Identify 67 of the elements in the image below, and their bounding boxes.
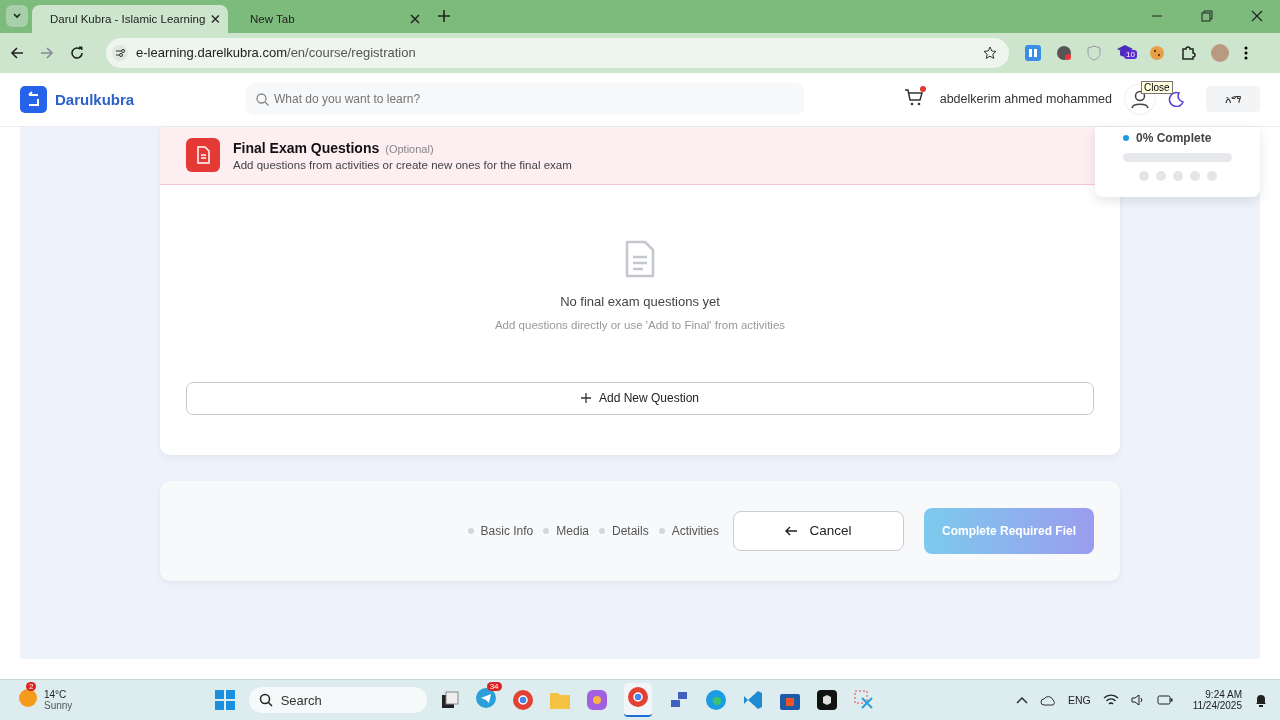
chevron-up-icon[interactable]: [1015, 696, 1028, 705]
step-label: Media: [556, 523, 589, 538]
empty-state-hint: Add questions directly or use 'Add to Final' from activities: [494, 318, 786, 331]
moon-icon[interactable]: [1168, 91, 1184, 108]
code-editor-icon[interactable]: [742, 690, 763, 711]
browser-icon[interactable]: [512, 690, 533, 711]
speaker-icon[interactable]: [1130, 693, 1145, 708]
url-text: e-learning.darelkubra.com/en/course/registration: [136, 45, 417, 61]
clock-time[interactable]: 9:24 AM: [1205, 689, 1242, 701]
count-badge: 34: [486, 682, 502, 692]
plus-icon[interactable]: [580, 393, 591, 404]
step-label: Activities: [671, 523, 719, 538]
new-tab-icon[interactable]: [438, 10, 450, 23]
temperature: 14°C: [44, 689, 68, 701]
section-title: Final Exam Questions: [233, 139, 380, 156]
cookie-icon[interactable]: [1149, 44, 1165, 61]
add-question-button[interactable]: Add New Question: [186, 381, 1094, 415]
browser-tab[interactable]: Darul Kubra - Islamic Learning: [32, 4, 228, 33]
optional-label: (Optional): [385, 142, 434, 155]
taskbar-search[interactable]: Search: [248, 687, 427, 714]
telegram-icon[interactable]: [475, 688, 496, 709]
close-icon[interactable]: [1251, 10, 1263, 23]
document-icon: [624, 239, 656, 278]
step-label: Basic Info: [480, 523, 534, 538]
battery-icon[interactable]: [1156, 694, 1173, 707]
browser-icon[interactable]: [627, 687, 648, 708]
keyboard-language[interactable]: ENG: [1067, 694, 1091, 707]
document-icon: [186, 138, 220, 173]
forward-icon[interactable]: [40, 45, 54, 60]
back-icon[interactable]: [10, 45, 24, 60]
user-icon[interactable]: [1130, 89, 1150, 110]
language-button[interactable]: አማ: [1206, 86, 1260, 113]
menu-icon[interactable]: [1244, 45, 1248, 60]
close-icon[interactable]: [410, 13, 420, 24]
cart-icon[interactable]: [903, 87, 924, 108]
bell-icon[interactable]: [1254, 693, 1268, 708]
logo-icon[interactable]: [20, 85, 47, 113]
tooltip: Close: [1141, 81, 1173, 95]
tab-list-button[interactable]: [6, 5, 28, 28]
reload-icon[interactable]: [70, 45, 84, 60]
clock-date[interactable]: 11/24/2025: [1192, 700, 1242, 712]
progress-label: 0% Complete: [1136, 130, 1212, 145]
arrow-left-icon[interactable]: [785, 525, 798, 536]
empty-state-title: No final exam questions yet: [560, 293, 720, 309]
site-logo-text[interactable]: Darulkubra: [55, 90, 135, 108]
address-bar[interactable]: e-learning.darelkubra.com/en/course/registration: [106, 37, 1009, 68]
search-icon[interactable]: [258, 693, 273, 708]
count-badge: 10: [1124, 49, 1137, 59]
count-badge: 2: [26, 682, 37, 692]
browser-tab[interactable]: New Tab: [232, 4, 428, 33]
restore-icon[interactable]: [1201, 10, 1213, 23]
star-icon[interactable]: [983, 45, 997, 60]
puzzle-icon[interactable]: [1180, 44, 1196, 61]
user-name[interactable]: abdelkerim ahmed mohammed: [939, 92, 1112, 107]
status-dot: [1123, 134, 1129, 141]
windows-icon[interactable]: [214, 690, 235, 711]
sun-icon[interactable]: [18, 688, 38, 709]
close-icon[interactable]: [211, 13, 220, 24]
cancel-button[interactable]: Cancel: [733, 510, 904, 551]
task-view-icon[interactable]: [440, 691, 459, 710]
step-label: Details: [611, 523, 649, 538]
search-field[interactable]: What do you want to learn?: [246, 83, 804, 116]
section-subtitle: Add questions from activities or create new ones for the final exam: [233, 158, 572, 171]
site-settings-icon[interactable]: [112, 44, 128, 61]
weather-condition: Sunny: [44, 700, 73, 712]
cloud-icon[interactable]: [1039, 693, 1056, 708]
app-icon[interactable]: [816, 690, 837, 711]
